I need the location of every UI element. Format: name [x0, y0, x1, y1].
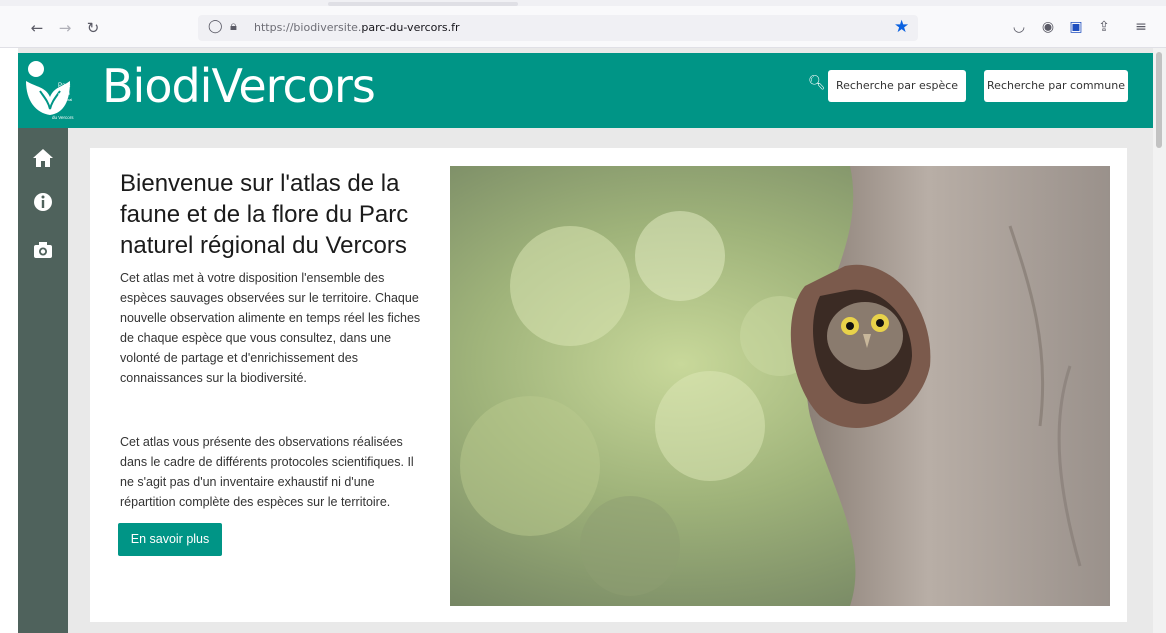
search-species-button[interactable]: Recherche par espèce [828, 70, 966, 102]
search-commune-button[interactable]: Recherche par commune [984, 70, 1128, 102]
home-icon[interactable] [31, 146, 55, 170]
learn-more-button[interactable]: En savoir plus [118, 523, 222, 556]
url-bar[interactable]: ◯ 🔒︎ https://biodiversite.parc-du-vercor… [198, 15, 918, 41]
reload-icon[interactable]: ↻ [84, 19, 102, 37]
lock-icon[interactable]: 🔒︎ [230, 19, 237, 34]
svg-text:Parc: Parc [58, 83, 70, 89]
info-icon[interactable] [31, 190, 55, 214]
svg-text:du Vercors: du Vercors [52, 115, 74, 120]
scroll-thumb[interactable] [1156, 52, 1162, 148]
search-icon: 🔍︎ [808, 75, 826, 91]
shield-icon[interactable]: ◯ [208, 19, 223, 34]
tab-strip [0, 0, 1166, 6]
svg-text:régional: régional [58, 97, 72, 102]
intro-paragraph: Cet atlas met à votre disposition l'ense… [120, 271, 421, 385]
svg-text:naturel: naturel [58, 91, 70, 96]
url-prefix: https://biodiversite. [254, 21, 362, 34]
url-domain: parc-du-vercors.fr [361, 21, 460, 34]
share-icon[interactable]: ⇪ [1094, 17, 1114, 37]
pocket-icon[interactable]: ◡ [1009, 17, 1029, 37]
back-icon[interactable]: ← [28, 19, 46, 37]
camera-icon[interactable] [31, 238, 55, 262]
extension-icon[interactable]: ▣ [1066, 17, 1086, 37]
owl-photo [450, 166, 1110, 606]
park-logo[interactable]: Parc naturel régional du Vercors [22, 57, 84, 123]
menu-icon[interactable]: ≡ [1131, 17, 1151, 37]
url-text[interactable]: https://biodiversite.parc-du-vercors.fr [254, 21, 460, 34]
welcome-title: Bienvenue sur l'atlas de la faune et de … [120, 170, 409, 259]
bookmark-star-icon[interactable]: ★ [894, 17, 909, 37]
site-header: Parc naturel régional du Vercors BiodiVe… [18, 53, 1153, 128]
active-tab[interactable] [328, 2, 518, 6]
sidebar [18, 128, 68, 633]
account-icon[interactable]: ◉ [1038, 17, 1058, 37]
disclaimer-paragraph: Cet atlas vous présente des observations… [120, 435, 414, 509]
page-gutter [0, 48, 18, 633]
brand-title[interactable]: BiodiVercors [102, 59, 376, 113]
forward-icon[interactable]: → [56, 19, 74, 37]
